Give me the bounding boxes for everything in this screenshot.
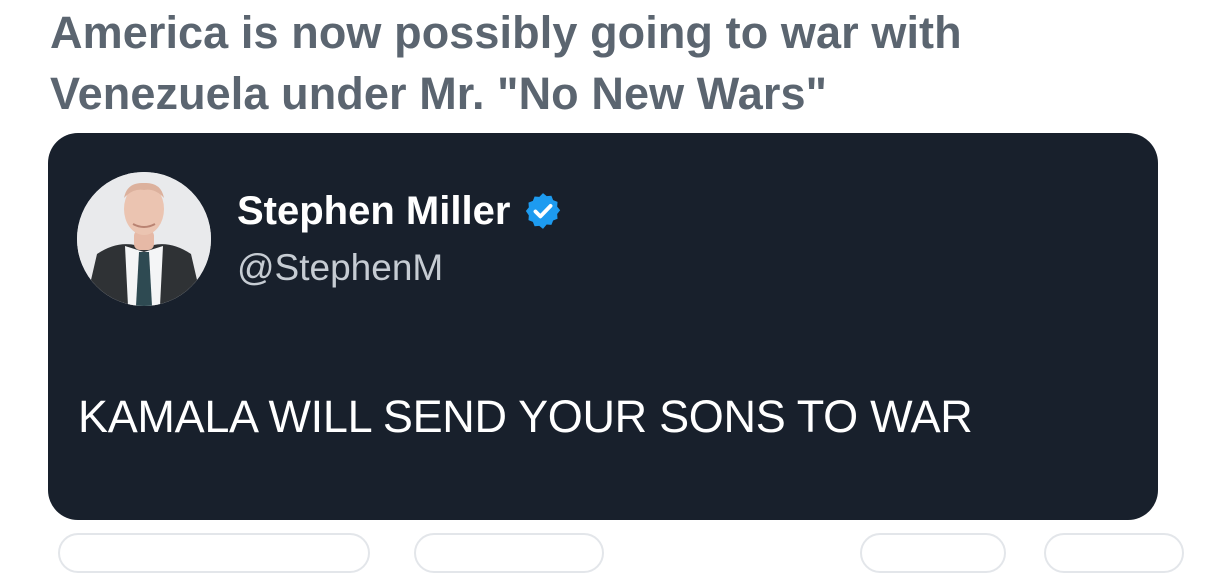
verified-badge-icon	[522, 190, 564, 232]
author-name[interactable]: Stephen Miller	[237, 185, 510, 237]
share-action-pill[interactable]	[1044, 533, 1184, 573]
reply-action-pill[interactable]	[58, 533, 370, 573]
post-text: America is now possibly going to war wit…	[50, 7, 962, 119]
author-handle[interactable]: @StephenM	[237, 245, 443, 291]
repost-action-pill[interactable]	[414, 533, 604, 573]
tweet-text: KAMALA WILL SEND YOUR SONS TO WAR	[78, 391, 973, 442]
profile-photo	[77, 172, 211, 306]
author-avatar[interactable]	[77, 172, 211, 306]
embedded-tweet-card[interactable]: Stephen Miller @StephenM KAMALA WILL SEN…	[48, 133, 1158, 520]
like-action-pill[interactable]	[860, 533, 1006, 573]
author-name-row: Stephen Miller	[237, 185, 564, 237]
